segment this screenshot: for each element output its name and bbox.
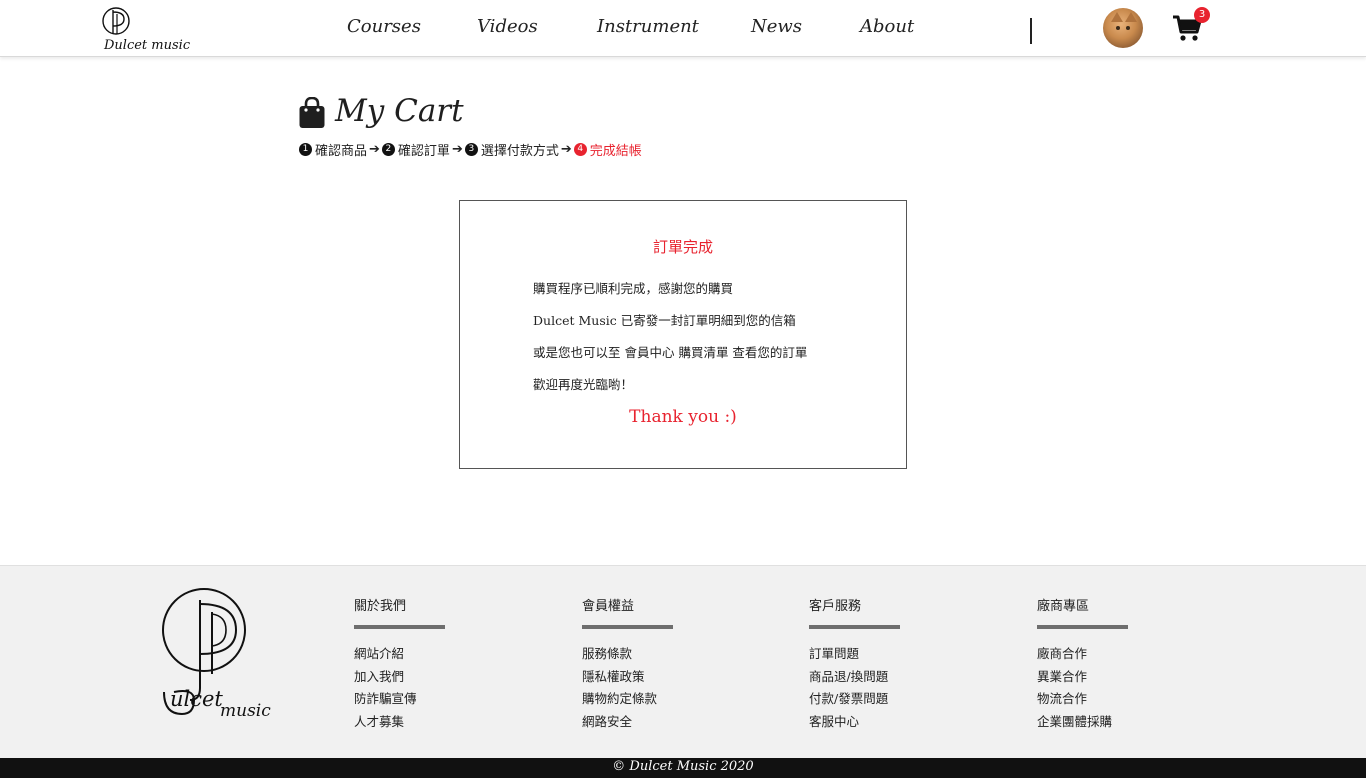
footer-column-underline <box>354 625 445 629</box>
step-confirm-items: 1 確認商品 <box>299 140 367 159</box>
footer-column-underline <box>1037 625 1128 629</box>
step-select-payment: 3 選擇付款方式 <box>464 140 559 159</box>
arrow-icon: ➔ <box>560 142 572 157</box>
user-avatar[interactable] <box>1103 8 1143 48</box>
footer-link[interactable]: 購物約定條款 <box>582 690 732 713</box>
step-number: 3 <box>464 143 478 156</box>
checkout-steps: 1 確認商品 ➔ 2 確認訂單 ➔ 3 選擇付款方式 ➔ 4 完成結帳 <box>299 140 642 159</box>
svg-text:music: music <box>220 701 271 721</box>
copyright-bar: © Dulcet Music 2020 <box>0 758 1366 778</box>
footer-column-underline <box>582 625 673 629</box>
footer-link[interactable]: 網路安全 <box>582 713 732 736</box>
footer-logo[interactable]: ulcet music <box>160 588 285 723</box>
nav-courses[interactable]: Courses <box>347 16 421 37</box>
footer-link[interactable]: 訂單問題 <box>809 645 959 668</box>
nav-videos[interactable]: Videos <box>477 16 538 37</box>
footer-column-title: 關於我們 <box>354 599 407 614</box>
step-number: 4 <box>573 143 587 156</box>
order-complete-panel: 訂單完成 購買程序已順利完成，感謝您的購買 Dulcet Music 已寄發一封… <box>459 200 907 469</box>
footer-column-title: 會員權益 <box>582 599 635 614</box>
footer-link[interactable]: 人才募集 <box>354 713 504 736</box>
nav-divider <box>1030 18 1032 44</box>
footer-column-member-rights: 會員權益 服務條款 隱私權政策 購物約定條款 網路安全 <box>582 595 732 736</box>
shopping-bag-icon <box>299 97 325 128</box>
nav-news[interactable]: News <box>751 16 802 37</box>
footer-column-title: 客戶服務 <box>809 599 862 614</box>
footer-link[interactable]: 隱私權政策 <box>582 668 732 691</box>
nav-about[interactable]: About <box>860 16 914 37</box>
nav-instrument[interactable]: Instrument <box>597 16 699 37</box>
footer-link[interactable]: 商品退/換問題 <box>809 668 959 691</box>
main-nav: Courses Videos Instrument News About <box>0 16 1366 40</box>
footer-link[interactable]: 服務條款 <box>582 645 732 668</box>
order-message-line: 或是您也可以至 會員中心 購買清單 查看您的訂單 <box>533 345 808 360</box>
order-message-line: 歡迎再度光臨喲！ <box>533 377 634 392</box>
footer-link[interactable]: 加入我們 <box>354 668 504 691</box>
footer-column-title: 廠商專區 <box>1037 599 1090 614</box>
footer-logo-mark-icon: ulcet music <box>162 588 271 721</box>
order-message-line: Dulcet Music 已寄發一封訂單明細到您的信箱 <box>533 313 796 328</box>
step-number: 1 <box>299 143 312 156</box>
order-message-line: 購買程序已順利完成，感謝您的購買 <box>533 281 734 296</box>
footer-link[interactable]: 物流合作 <box>1037 690 1187 713</box>
footer-column-vendors: 廠商專區 廠商合作 異業合作 物流合作 企業團體採購 <box>1037 595 1187 736</box>
step-number: 2 <box>381 143 395 156</box>
step-label: 確認訂單 <box>397 144 450 159</box>
step-complete-checkout: 4 完成結帳 <box>573 140 642 159</box>
footer-column-about: 關於我們 網站介紹 加入我們 防詐騙宣傳 人才募集 <box>354 595 504 736</box>
footer-link[interactable]: 企業團體採購 <box>1037 713 1187 736</box>
footer-column-underline <box>809 625 900 629</box>
page-title: My Cart <box>335 93 464 129</box>
site-footer: ulcet music 關於我們 網站介紹 加入我們 防詐騙宣傳 人才募集 會員… <box>0 565 1366 758</box>
footer-link[interactable]: 廠商合作 <box>1037 645 1187 668</box>
footer-link[interactable]: 客服中心 <box>809 713 959 736</box>
arrow-icon: ➔ <box>369 142 380 157</box>
logo-text: Dulcet music <box>104 38 191 53</box>
footer-link[interactable]: 網站介紹 <box>354 645 504 668</box>
cart-count-badge: 3 <box>1194 7 1210 23</box>
footer-link[interactable]: 異業合作 <box>1037 668 1187 691</box>
footer-link[interactable]: 付款/發票問題 <box>809 690 959 713</box>
step-label: 確認商品 <box>315 144 368 159</box>
footer-column-customer-service: 客戶服務 訂單問題 商品退/換問題 付款/發票問題 客服中心 <box>809 595 959 736</box>
arrow-icon: ➔ <box>451 142 463 157</box>
footer-link[interactable]: 防詐騙宣傳 <box>354 690 504 713</box>
site-header: Dulcet music Courses Videos Instrument N… <box>0 0 1366 57</box>
order-complete-title: 訂單完成 <box>652 238 713 256</box>
step-label: 選擇付款方式 <box>480 144 559 159</box>
step-confirm-order: 2 確認訂單 <box>381 140 450 159</box>
copyright-text: © Dulcet Music 2020 <box>612 759 754 774</box>
step-label: 完成結帳 <box>589 144 642 159</box>
thank-you-text: Thank you :) <box>629 407 737 427</box>
